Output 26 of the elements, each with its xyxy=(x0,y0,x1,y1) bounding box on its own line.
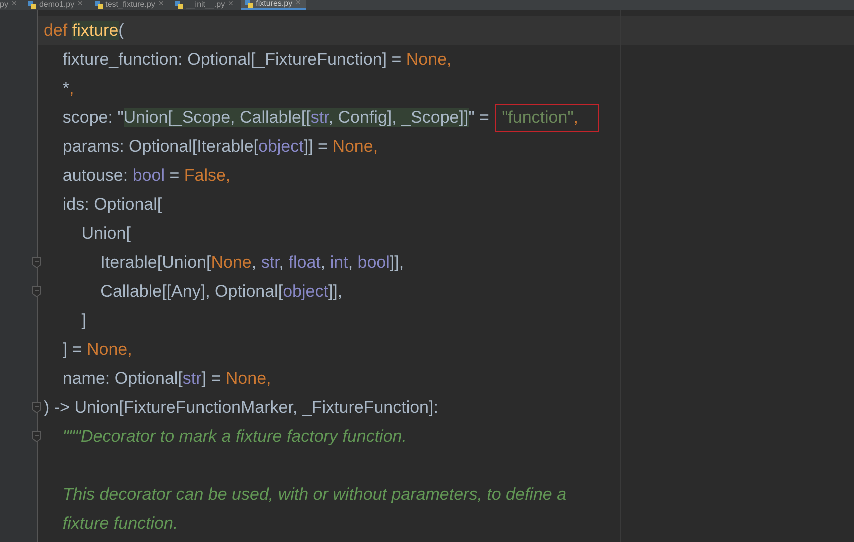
fold-marker-icon[interactable] xyxy=(32,286,42,298)
code-line: ] xyxy=(80,310,87,332)
code-line: Callable[[Any], Optional[object]], xyxy=(100,280,343,302)
highlighted-code: "function", xyxy=(495,104,600,132)
code-line: ids: Optional[ xyxy=(62,194,162,216)
python-file-icon xyxy=(94,1,103,9)
code-line: """Decorator to mark a fixture factory function. xyxy=(62,426,407,448)
code-line: ) -> Union[FixtureFunctionMarker, _FixtureFunction]: xyxy=(44,396,438,418)
code-line: *, xyxy=(62,78,74,100)
code-line: Union[ xyxy=(80,222,131,244)
fold-marker-icon[interactable] xyxy=(32,402,42,414)
python-file-icon xyxy=(28,1,36,9)
fold-marker-icon[interactable] xyxy=(32,256,42,268)
fold-marker-icon[interactable] xyxy=(32,430,42,442)
code-line: ] = None, xyxy=(62,338,132,360)
code-line: def fixture( xyxy=(44,20,124,42)
code-line: This decorator can be used, with or without parameters, to define a xyxy=(62,484,567,506)
code-line: fixture function. xyxy=(62,512,178,534)
code-line: scope: "Union[_Scope, Callable[[str, Config], _Scope]]" = xyxy=(62,106,490,128)
code-line: params: Optional[Iterable[object]] = None, xyxy=(62,136,378,158)
code-line: Iterable[Union[None, str, float, int, bool]], xyxy=(100,252,404,274)
code-line: name: Optional[str] = None, xyxy=(62,368,272,390)
python-file-icon xyxy=(175,1,184,9)
python-file-icon xyxy=(245,0,254,8)
code-line: fixture_function: Optional[_FixtureFunction] = None, xyxy=(62,48,452,70)
code-line: autouse: bool = False, xyxy=(62,164,231,186)
